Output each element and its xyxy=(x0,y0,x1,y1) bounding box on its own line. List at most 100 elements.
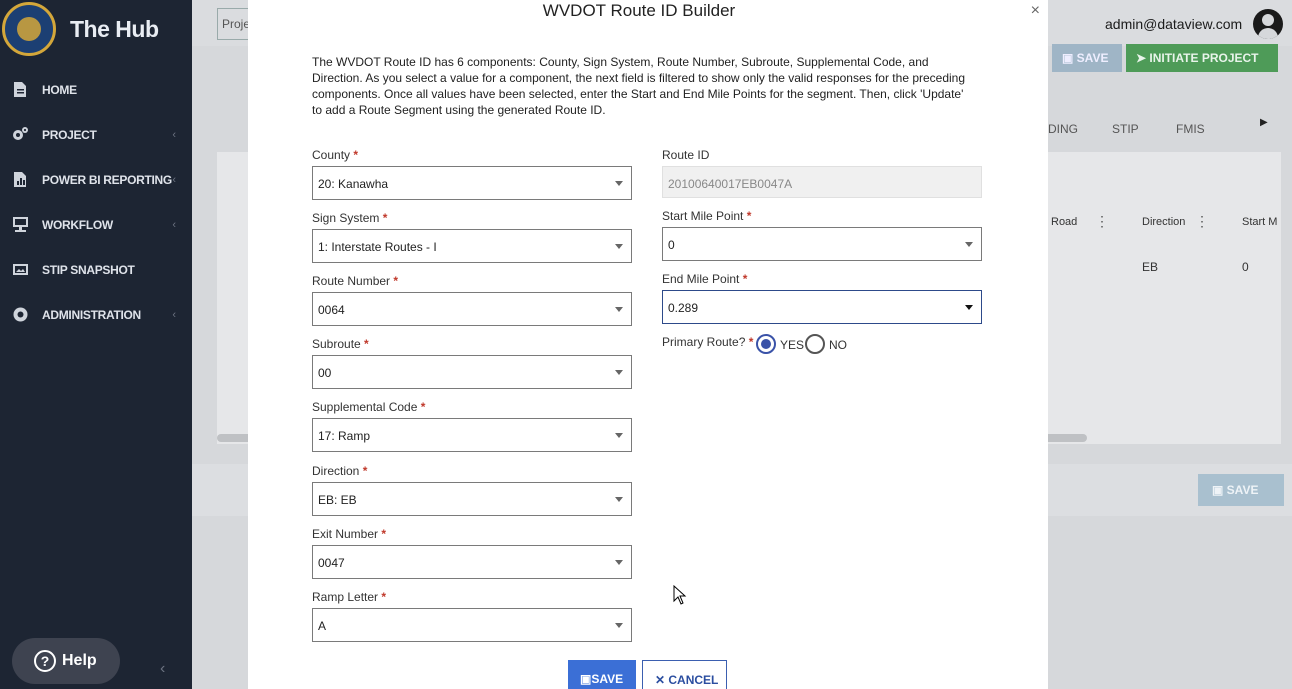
report-icon xyxy=(14,172,26,187)
help-button[interactable]: ? Help xyxy=(12,638,120,684)
initiate-label: INITIATE PROJECT xyxy=(1149,51,1259,65)
sidebar-item-label: ADMINISTRATION xyxy=(42,307,141,322)
subroute-select[interactable]: 00 xyxy=(312,355,632,389)
cell-direction: EB xyxy=(1142,260,1159,274)
cancel-label: CANCEL xyxy=(668,673,719,687)
route-id-label: Route ID xyxy=(662,148,710,162)
workflow-icon xyxy=(13,217,28,232)
user-email[interactable]: admin@dataview.com xyxy=(1105,16,1242,32)
user-avatar-icon[interactable] xyxy=(1253,9,1283,39)
exit-number-label: Exit Number * xyxy=(312,527,387,541)
sidebar-item-label: POWER BI REPORTING xyxy=(42,172,172,187)
tab-fmis[interactable]: FMIS xyxy=(1176,122,1205,136)
snapshot-icon xyxy=(13,264,28,275)
chevron-left-icon: ‹ xyxy=(172,218,176,231)
column-menu-icon[interactable]: ⋮ xyxy=(1095,213,1109,230)
save-label: SAVE xyxy=(1076,51,1109,65)
wvdot-seal-logo xyxy=(2,2,56,56)
yes-label[interactable]: YES xyxy=(780,338,804,352)
close-x-icon: ✕ xyxy=(655,673,669,687)
floppy-disk-icon: ▣ xyxy=(580,672,592,686)
cell-start: 0 xyxy=(1242,260,1249,274)
question-icon: ? xyxy=(34,650,56,672)
sidebar-item-administration[interactable]: ADMINISTRATION ‹ xyxy=(0,292,192,337)
tab-funding[interactable]: DING xyxy=(1048,122,1078,136)
tabs-scroll-right-icon[interactable]: ▶ xyxy=(1260,117,1268,128)
gear-icon xyxy=(13,307,28,322)
chevron-left-icon: ‹ xyxy=(172,128,176,141)
sidebar-item-workflow[interactable]: WORKFLOW ‹ xyxy=(0,202,192,247)
sidebar-item-label: HOME xyxy=(42,82,77,97)
chevron-left-icon: ‹ xyxy=(172,308,176,321)
dropdown-caret-icon xyxy=(615,244,623,249)
dropdown-caret-icon xyxy=(615,370,623,375)
column-header-road[interactable]: Road xyxy=(1051,216,1077,228)
chevron-left-icon: ‹ xyxy=(172,173,176,186)
sidebar-item-stip-snapshot[interactable]: STIP SNAPSHOT xyxy=(0,247,192,292)
direction-select[interactable]: EB: EB xyxy=(312,482,632,516)
column-menu-icon[interactable]: ⋮ xyxy=(1195,213,1209,230)
collapse-sidebar-icon[interactable]: ‹ xyxy=(160,660,165,678)
save-label: SAVE xyxy=(1226,483,1259,497)
mouse-pointer-icon xyxy=(673,585,687,605)
save-label: SAVE xyxy=(591,672,624,686)
start-mile-point-label: Start Mile Point * xyxy=(662,209,752,223)
save-button[interactable]: ▣SAVE xyxy=(568,660,636,689)
save-icon: ▣ xyxy=(1062,51,1077,65)
cancel-button[interactable]: ✕ CANCEL xyxy=(642,660,727,689)
primary-route-no-radio[interactable] xyxy=(805,334,825,354)
sidebar-item-label: STIP SNAPSHOT xyxy=(42,262,135,277)
help-label: Help xyxy=(62,652,97,669)
primary-route-yes-radio[interactable] xyxy=(756,334,776,354)
sign-system-select[interactable]: 1: Interstate Routes - I xyxy=(312,229,632,263)
direction-label: Direction * xyxy=(312,464,368,478)
save-icon: ▣ xyxy=(1212,483,1227,497)
send-icon: ➤ xyxy=(1136,51,1150,65)
column-header-direction[interactable]: Direction xyxy=(1142,216,1185,228)
dropdown-caret-icon xyxy=(615,307,623,312)
county-select[interactable]: 20: Kanawha xyxy=(312,166,632,200)
gears-icon xyxy=(13,127,28,140)
app-title: The Hub xyxy=(70,16,159,42)
route-id-builder-dialog: WVDOT Route ID Builder × The WVDOT Route… xyxy=(248,0,1048,689)
close-icon[interactable]: × xyxy=(1031,2,1040,20)
dropdown-caret-icon xyxy=(615,560,623,565)
end-mile-point-label: End Mile Point * xyxy=(662,272,748,286)
sidebar-item-power-bi-reporting[interactable]: POWER BI REPORTING ‹ xyxy=(0,157,192,202)
dropdown-caret-icon xyxy=(615,181,623,186)
dropdown-caret-icon xyxy=(615,623,623,628)
ramp-letter-select[interactable]: A xyxy=(312,608,632,642)
primary-route-label: Primary Route? * xyxy=(662,335,754,349)
start-mile-point-field[interactable]: 0 xyxy=(662,227,982,261)
supplemental-code-select[interactable]: 17: Ramp xyxy=(312,418,632,452)
route-number-label: Route Number * xyxy=(312,274,399,288)
sidebar-item-project[interactable]: PROJECT ‹ xyxy=(0,112,192,157)
no-label[interactable]: NO xyxy=(829,338,847,352)
tab-stip[interactable]: STIP xyxy=(1112,122,1139,136)
dialog-description: The WVDOT Route ID has 6 components: Cou… xyxy=(312,55,966,117)
initiate-project-button[interactable]: ➤ INITIATE PROJECT xyxy=(1126,44,1278,72)
brand[interactable]: The Hub xyxy=(0,0,192,60)
save-button-bottom[interactable]: ▣ SAVE xyxy=(1198,474,1284,506)
exit-number-select[interactable]: 0047 xyxy=(312,545,632,579)
subroute-label: Subroute * xyxy=(312,337,369,351)
dropdown-caret-icon xyxy=(615,497,623,502)
column-header-start[interactable]: Start M xyxy=(1242,216,1277,228)
save-button-top[interactable]: ▣ SAVE xyxy=(1052,44,1122,72)
sidebar-item-home[interactable]: HOME xyxy=(0,67,192,112)
route-number-select[interactable]: 0064 xyxy=(312,292,632,326)
sign-system-label: Sign System * xyxy=(312,211,388,225)
ramp-letter-label: Ramp Letter * xyxy=(312,590,387,604)
dropdown-caret-icon xyxy=(615,433,623,438)
dropdown-caret-icon xyxy=(965,242,973,247)
sidebar-item-label: WORKFLOW xyxy=(42,217,113,232)
county-label: County * xyxy=(312,148,359,162)
sidebar: The Hub HOME PROJECT ‹ POWER BI REPORTIN… xyxy=(0,0,192,689)
end-mile-point-field[interactable]: 0.289 xyxy=(662,290,982,324)
route-id-field: 20100640017EB0047A xyxy=(662,166,982,198)
dropdown-caret-icon xyxy=(965,305,973,310)
document-icon xyxy=(14,82,26,97)
dialog-title: WVDOT Route ID Builder xyxy=(542,1,736,20)
supplemental-code-label: Supplemental Code * xyxy=(312,400,426,414)
sidebar-item-label: PROJECT xyxy=(42,127,97,142)
